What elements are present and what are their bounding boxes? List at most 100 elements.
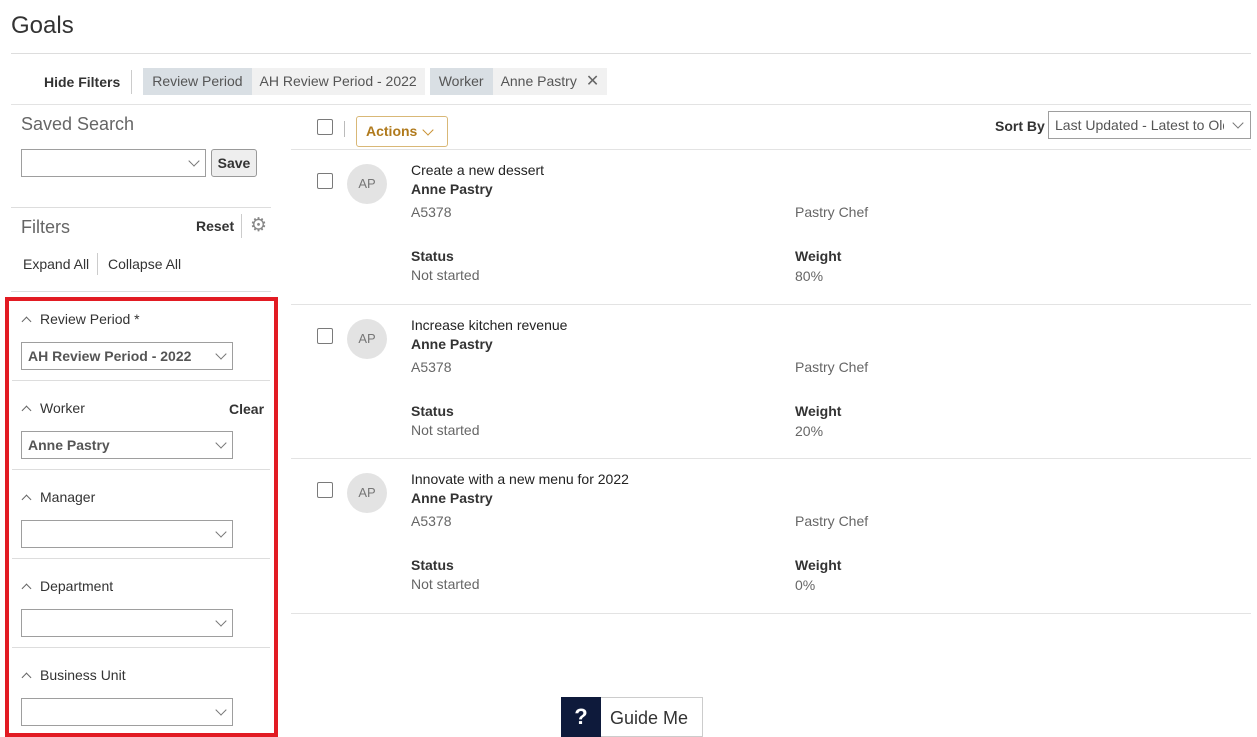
goal-checkbox[interactable]: [317, 173, 333, 189]
select-all-checkbox[interactable]: [317, 119, 333, 135]
divider: [12, 469, 270, 470]
avatar: AP: [347, 319, 387, 359]
chevron-down-icon: [215, 348, 227, 360]
filter-bar: Hide Filters Review Period AH Review Per…: [0, 67, 608, 96]
filters-title: Filters: [21, 217, 70, 237]
chip-value-text: Anne Pastry: [500, 73, 577, 89]
divider: [11, 104, 1251, 105]
weight-label: Weight: [795, 403, 842, 419]
divider: [11, 207, 271, 208]
goal-worker: Anne Pastry: [411, 181, 493, 197]
clear-worker-button[interactable]: Clear: [229, 401, 264, 417]
goal-job: Pastry Chef: [795, 513, 869, 529]
expand-all-link[interactable]: Expand All: [23, 256, 89, 272]
saved-search-select[interactable]: [21, 149, 206, 177]
goal-checkbox[interactable]: [317, 482, 333, 498]
weight-label: Weight: [795, 248, 842, 264]
goal-job: Pastry Chef: [795, 204, 869, 220]
goal-checkbox[interactable]: [317, 328, 333, 344]
status-value: Not started: [411, 267, 480, 283]
chevron-up-icon: [21, 316, 32, 326]
sort-select[interactable]: Last Updated - Latest to Oldest: [1048, 111, 1251, 139]
chevron-up-icon: [21, 672, 32, 682]
chip-key: Review Period: [143, 68, 252, 95]
chevron-down-icon: [215, 704, 227, 716]
goal-person-number: A5378: [411, 513, 452, 529]
facet-header-review-period[interactable]: Review Period *: [21, 311, 140, 327]
goal-person-number: A5378: [411, 204, 452, 220]
chevron-down-icon: [422, 124, 434, 136]
chevron-down-icon: [215, 615, 227, 627]
facet-label: Manager: [40, 489, 96, 505]
divider: [97, 253, 98, 275]
chevron-down-icon: [215, 526, 227, 538]
divider: [12, 380, 270, 381]
chevron-up-icon: [21, 494, 32, 504]
select-value: AH Review Period - 2022: [28, 348, 192, 364]
divider: [291, 458, 1251, 459]
goal-title-link[interactable]: Innovate with a new menu for 2022: [411, 471, 629, 487]
filter-chip-worker[interactable]: Worker Anne Pastry ✕: [429, 68, 608, 95]
facet-header-manager[interactable]: Manager: [21, 489, 96, 505]
facet-label: Worker: [40, 400, 85, 416]
facet-header-worker[interactable]: Worker: [21, 400, 85, 416]
actions-button[interactable]: Actions: [356, 116, 448, 147]
goal-worker: Anne Pastry: [411, 490, 493, 506]
select-value: Anne Pastry: [28, 437, 110, 453]
chevron-up-icon: [21, 583, 32, 593]
weight-value: 0%: [795, 577, 816, 593]
divider: [12, 558, 270, 559]
chevron-down-icon: [215, 437, 227, 449]
weight-label: Weight: [795, 557, 842, 573]
status-label: Status: [411, 557, 454, 573]
actions-label: Actions: [366, 123, 418, 139]
divider: [11, 291, 271, 292]
facet-label: Department: [40, 578, 114, 594]
avatar: AP: [347, 473, 387, 513]
divider: [241, 214, 242, 238]
guide-me-label: Guide Me: [610, 708, 689, 728]
chip-value-text: AH Review Period - 2022: [259, 73, 417, 89]
divider: [291, 149, 1251, 150]
goal-title-link[interactable]: Create a new dessert: [411, 162, 544, 178]
worker-select[interactable]: Anne Pastry: [21, 431, 233, 459]
status-value: Not started: [411, 576, 480, 592]
divider: [11, 53, 1251, 54]
chip-value: AH Review Period - 2022: [251, 68, 425, 95]
goal-title-link[interactable]: Increase kitchen revenue: [411, 317, 567, 333]
facet-header-business-unit[interactable]: Business Unit: [21, 667, 126, 683]
avatar: AP: [347, 164, 387, 204]
facet-header-department[interactable]: Department: [21, 578, 114, 594]
hide-filters-link[interactable]: Hide Filters: [44, 69, 133, 94]
guide-me-button[interactable]: ? Guide Me: [561, 697, 703, 737]
facet-label: Business Unit: [40, 667, 126, 683]
status-value: Not started: [411, 422, 480, 438]
save-button[interactable]: Save: [211, 149, 257, 177]
business-unit-select[interactable]: [21, 698, 233, 726]
goal-worker: Anne Pastry: [411, 336, 493, 352]
review-period-select[interactable]: AH Review Period - 2022: [21, 342, 233, 370]
reset-button[interactable]: Reset: [196, 218, 234, 234]
gear-icon[interactable]: ⚙: [250, 216, 270, 236]
divider: [291, 304, 1251, 305]
status-label: Status: [411, 403, 454, 419]
divider: [12, 647, 270, 648]
chevron-up-icon: [21, 405, 32, 415]
collapse-all-link[interactable]: Collapse All: [108, 256, 181, 272]
goal-job: Pastry Chef: [795, 359, 869, 375]
divider: [344, 121, 345, 137]
chevron-down-icon: [188, 155, 200, 167]
manager-select[interactable]: [21, 520, 233, 548]
filter-chip-review-period[interactable]: Review Period AH Review Period - 2022: [143, 68, 425, 95]
weight-value: 80%: [795, 268, 824, 284]
close-icon[interactable]: ✕: [586, 68, 599, 95]
status-label: Status: [411, 248, 454, 264]
department-select[interactable]: [21, 609, 233, 637]
page-title: Goals: [11, 12, 74, 39]
saved-search-title: Saved Search: [21, 114, 135, 134]
facet-label: Review Period *: [40, 311, 140, 327]
sort-value: Last Updated - Latest to Oldest: [1055, 117, 1249, 133]
divider: [291, 613, 1251, 614]
sort-by-label: Sort By: [995, 118, 1045, 134]
chip-value: Anne Pastry ✕: [492, 68, 608, 95]
